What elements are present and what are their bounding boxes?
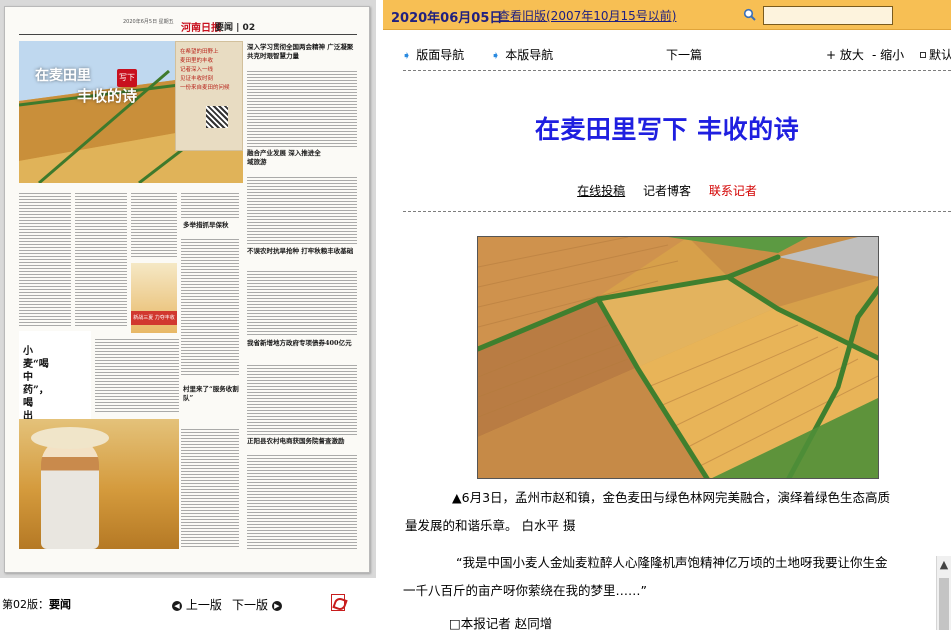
page-headline[interactable]: 正阳县农村电商获国务院督查激励 xyxy=(247,437,357,446)
page-footer-nav: 第02版：要闻 ◀ 上一版 下一版 ▶ xyxy=(0,590,378,618)
round-left-arrow-icon: ◀ xyxy=(172,601,182,611)
contact-reporter-link[interactable]: 联系记者 xyxy=(709,184,757,198)
article-pane: 2020年06月05日 查看旧版(2007年10月15号以前) ➧ 版面导航 ➧ 本… xyxy=(383,0,951,630)
article-text-block[interactable] xyxy=(247,453,357,549)
promo-line: 记者深入一线 xyxy=(180,67,214,73)
promo-lines: 在希望的田野上 麦田里的丰收 记者深入一线 见证丰收时刻 一份来自麦田的问候 xyxy=(176,42,242,93)
page-headline[interactable]: 多举措抓早保秋 xyxy=(183,221,239,230)
masthead: 2020年6月5日 星期五 河南日报 要闻 | 02 xyxy=(19,17,357,35)
article-text-block[interactable] xyxy=(75,191,127,327)
reporter-blog-link[interactable]: 记者博客 xyxy=(643,184,691,198)
article-text-block[interactable] xyxy=(247,175,357,245)
page-thumbnail-pane: 2020年6月5日 星期五 河南日报 要闻 | 02 在麦田里 丰收的诗 写下 … xyxy=(0,0,378,630)
article-text-block[interactable] xyxy=(19,191,71,327)
aerial-wheat-field-graphic xyxy=(478,237,878,478)
byline-links: 在线投稿 记者博客 联系记者 xyxy=(383,182,951,199)
article-text-block[interactable] xyxy=(247,69,357,147)
search-input[interactable] xyxy=(763,6,893,25)
masthead-section: 要闻 | 02 xyxy=(215,23,256,33)
square-icon xyxy=(920,52,926,58)
page-headline[interactable]: 我省新增地方政府专项债券400亿元 xyxy=(247,339,357,348)
edition-label: 第02版：要闻 xyxy=(2,596,71,612)
version-nav-label: 版面导航 xyxy=(416,48,465,62)
page-headline[interactable]: 不误农时抗旱抢种 打牢秋粮丰收基础 xyxy=(247,247,357,256)
reporter-credit: □本报记者 赵同增 xyxy=(449,616,553,630)
article-text-block[interactable] xyxy=(95,337,179,413)
article-title: 在麦田里写下 丰收的诗 xyxy=(534,115,800,144)
prev-edition-link[interactable]: ◀ 上一版 xyxy=(172,596,222,613)
article-text-block[interactable] xyxy=(247,363,357,435)
article-quote: “我是中国小麦人金灿麦粒醉人心隆隆机声饱精神亿万顷的土地呀我要让你生金 一千八百… xyxy=(403,549,938,605)
article-nav-label: 本版导航 xyxy=(505,48,554,62)
promo-line: 一份来自麦田的问候 xyxy=(180,85,230,91)
default-size-label: 默认 xyxy=(929,48,951,62)
issue-date: 2020年06月05日 xyxy=(391,11,503,26)
vertical-scrollbar[interactable]: ▲ xyxy=(936,556,951,630)
article-text-block[interactable] xyxy=(181,237,239,377)
caption-line: 量发展的和谐乐章。 白水平 摄 xyxy=(405,518,576,533)
farmer-photo[interactable] xyxy=(19,419,179,549)
article-text-block[interactable] xyxy=(247,269,357,335)
next-edition-label: 下一版 xyxy=(232,598,269,612)
page-thumbnail-frame: 2020年6月5日 星期五 河南日报 要闻 | 02 在麦田里 丰收的诗 写下 … xyxy=(0,0,376,578)
search-icon[interactable] xyxy=(743,8,756,21)
article-nav-link[interactable]: ➧ 本版导航 xyxy=(491,46,553,63)
article-nav-bar: ➧ 版面导航 ➧ 本版导航 下一篇 + 放大 - 缩小 默认 xyxy=(383,36,951,70)
page-headline[interactable]: 融合产业发展 深入推进全域旅游 xyxy=(247,149,327,167)
divider xyxy=(403,211,951,212)
campaign-banner: 新战三夏 力夺丰收 xyxy=(131,311,177,325)
article-text-block[interactable] xyxy=(181,191,239,219)
epaper-window: 2020年6月5日 星期五 河南日报 要闻 | 02 在麦田里 丰收的诗 写下 … xyxy=(0,0,951,630)
page-headline[interactable]: 村里来了“服务收割队” xyxy=(183,385,239,403)
hero-title-seal: 写下 xyxy=(117,69,137,87)
old-version-link[interactable]: 查看旧版(2007年10月15号以前) xyxy=(498,7,676,24)
article-text-block[interactable] xyxy=(131,191,177,257)
quote-line: 一千八百斤的亩产呀你萦绕在我的梦里……” xyxy=(403,583,647,598)
newspaper-page-image[interactable]: 2020年6月5日 星期五 河南日报 要闻 | 02 在麦田里 丰收的诗 写下 … xyxy=(4,6,370,573)
edition-prefix: 第02版： xyxy=(2,598,49,611)
online-submit-link[interactable]: 在线投稿 xyxy=(577,184,625,198)
divider xyxy=(403,70,951,71)
article-main-photo[interactable] xyxy=(477,236,879,479)
qr-code-icon xyxy=(206,106,228,128)
edition-name: 要闻 xyxy=(49,598,71,611)
caption-line: ▲6月3日，孟州市赵和镇，金色麦田与绿色林网完美融合，演绎着绿色生态高质 xyxy=(452,490,891,505)
promo-line: 见证丰收时刻 xyxy=(180,76,214,82)
masthead-date: 2020年6月5日 星期五 xyxy=(123,19,174,25)
prev-edition-label: 上一版 xyxy=(185,598,222,612)
pdf-icon[interactable] xyxy=(331,594,345,611)
page-headline[interactable]: 深入学习贯彻全国两会精神 广泛凝聚共克时艰智慧力量 xyxy=(247,43,357,61)
photo-caption: ▲6月3日，孟州市赵和镇，金色麦田与绿色林网完美融合，演绎着绿色生态高质 量发展… xyxy=(403,484,943,540)
arrow-right-icon: ➧ xyxy=(402,49,412,62)
article-text-block[interactable] xyxy=(181,427,239,549)
scrollbar-thumb[interactable] xyxy=(939,578,949,630)
scroll-up-arrow-icon[interactable]: ▲ xyxy=(937,558,951,574)
straw-hat xyxy=(31,427,109,449)
zoom-in-button[interactable]: + 放大 xyxy=(826,46,864,63)
arrow-right-icon: ➧ xyxy=(491,49,501,62)
round-right-arrow-icon: ▶ xyxy=(271,601,282,611)
top-bar: 2020年06月05日 查看旧版(2007年10月15号以前) xyxy=(383,0,951,30)
promo-line: 在希望的田野上 xyxy=(180,49,219,55)
hero-title-line2: 丰收的诗 xyxy=(77,86,138,105)
sidebar-promo-box[interactable]: 在希望的田野上 麦田里的丰收 记者深入一线 见证丰收时刻 一份来自麦田的问候 xyxy=(175,41,243,151)
zoom-out-button[interactable]: - 缩小 xyxy=(872,46,904,63)
next-article-link[interactable]: 下一篇 xyxy=(666,46,702,63)
promo-line: 麦田里的丰收 xyxy=(180,58,214,64)
next-edition-link[interactable]: 下一版 ▶ xyxy=(232,596,282,613)
farmer-figure xyxy=(41,437,99,549)
quote-line: “我是中国小麦人金灿麦粒醉人心隆隆机声饱精神亿万顷的土地呀我要让你生金 xyxy=(456,555,888,570)
default-size-button[interactable]: 默认 xyxy=(920,46,951,63)
version-nav-link[interactable]: ➧ 版面导航 xyxy=(402,46,464,63)
